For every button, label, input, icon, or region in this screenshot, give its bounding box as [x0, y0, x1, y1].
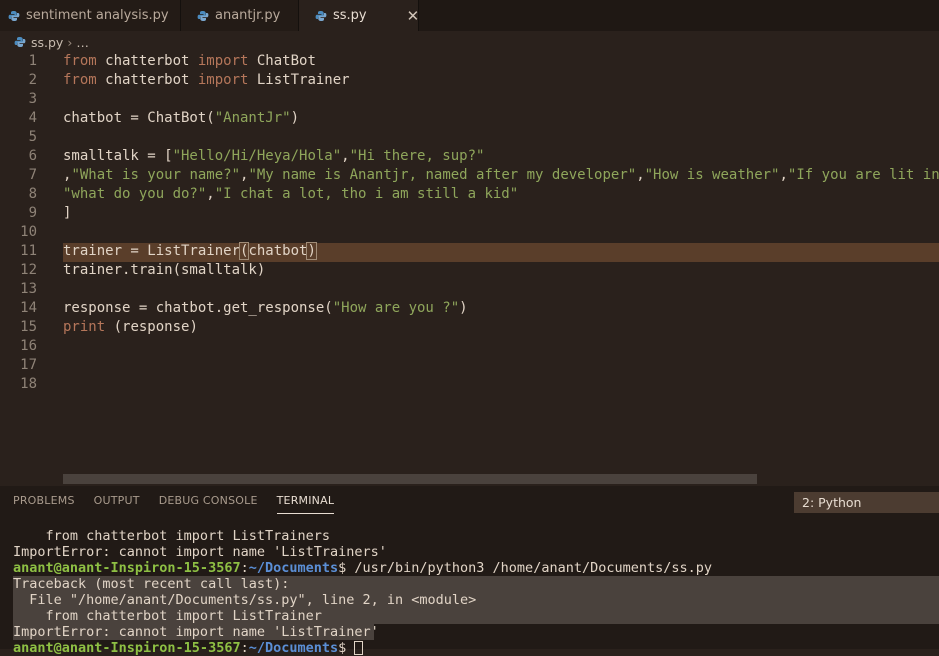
terminal-line: ImportError: cannot import name 'ListTra…: [13, 624, 379, 640]
terminal-prompt-line: anant@anant-Inspiron-15-3567:~/Documents…: [13, 560, 712, 576]
python-file-icon: [315, 10, 327, 22]
code-line: "what do you do?","I chat a lot, tho i a…: [63, 186, 519, 202]
breadcrumb-more[interactable]: …: [76, 35, 89, 50]
close-icon[interactable]: ✕: [407, 7, 420, 25]
tab-debug-console[interactable]: DEBUG CONSOLE: [159, 494, 258, 514]
prompt-path: ~/Documents: [248, 640, 339, 656]
line-number: 4: [28, 110, 37, 126]
line-number: 3: [28, 91, 37, 107]
code-line: trainer = ListTrainer(chatbot): [63, 242, 317, 260]
prompt-dollar: $: [338, 640, 355, 656]
line-number: 14: [20, 300, 37, 316]
prompt-colon: :: [240, 560, 249, 576]
line-number: 17: [20, 357, 37, 373]
panel-tabs: PROBLEMS OUTPUT DEBUG CONSOLE TERMINAL: [13, 494, 335, 514]
line-number: 8: [28, 186, 37, 202]
terminal-prompt-line: anant@anant-Inspiron-15-3567:~/Documents…: [13, 640, 364, 656]
code-editor[interactable]: 1 from chatterbot import ChatBot 2 from ch…: [0, 52, 939, 472]
terminal-line: from chatterbot import ListTrainers: [13, 528, 330, 544]
line-number: 18: [20, 376, 37, 392]
python-file-icon: [8, 10, 20, 22]
prompt-command: $ /usr/bin/python3 /home/anant/Documents…: [338, 560, 712, 576]
breadcrumb-file[interactable]: ss.py: [31, 35, 63, 50]
code-line: response = chatbot.get_response("How are…: [63, 300, 468, 316]
terminal-select[interactable]: 2: Python: [794, 492, 939, 513]
prompt-colon: :: [240, 640, 249, 656]
python-file-icon: [14, 36, 26, 48]
line-number: 10: [20, 224, 37, 240]
chevron-right-icon: ›: [67, 34, 73, 50]
tab-label: ss.py: [333, 8, 367, 23]
line-number: 16: [20, 338, 37, 354]
terminal-cursor: [354, 641, 364, 655]
code-line: print (response): [63, 319, 198, 335]
tab-terminal[interactable]: TERMINAL: [276, 494, 335, 514]
line-number: 12: [20, 262, 37, 278]
terminal-line: ImportError: cannot import name 'ListTra…: [13, 544, 387, 560]
line-number: 1: [28, 53, 37, 69]
line-number: 5: [28, 129, 37, 145]
editor-tab-bar: sentiment analysis.py anantjr.py ss.py ✕: [0, 0, 939, 31]
code-line: from chatterbot import ChatBot: [63, 53, 316, 69]
tab-problems[interactable]: PROBLEMS: [13, 494, 75, 514]
tab-output[interactable]: OUTPUT: [94, 494, 140, 514]
line-number: 7: [28, 167, 37, 183]
line-number: 9: [28, 205, 37, 221]
terminal-line: Traceback (most recent call last):: [13, 576, 290, 592]
terminal-line: File "/home/anant/Documents/ss.py", line…: [13, 592, 477, 608]
tab-label: sentiment analysis.py: [26, 8, 169, 23]
prompt-user: anant@anant-Inspiron-15-3567: [13, 560, 241, 576]
horizontal-scrollbar[interactable]: [63, 474, 757, 484]
tab-sentiment-analysis[interactable]: sentiment analysis.py: [0, 0, 181, 31]
tab-label: anantjr.py: [215, 8, 281, 23]
terminal-line: from chatterbot import ListTrainer: [13, 608, 322, 624]
line-number: 11: [20, 243, 37, 259]
prompt-user: anant@anant-Inspiron-15-3567: [13, 640, 241, 656]
code-line: from chatterbot import ListTrainer: [63, 72, 350, 88]
tab-anantjr[interactable]: anantjr.py: [181, 0, 299, 31]
line-number: 15: [20, 319, 37, 335]
code-line: ]: [63, 205, 72, 221]
bottom-panel: PROBLEMS OUTPUT DEBUG CONSOLE TERMINAL 2…: [0, 486, 939, 656]
tab-ss[interactable]: ss.py ✕: [299, 0, 419, 31]
prompt-path: ~/Documents: [248, 560, 339, 576]
line-number: 13: [20, 281, 37, 297]
breadcrumb: ss.py › …: [14, 33, 89, 51]
code-line: smalltalk = ["Hello/Hi/Heya/Hola","Hi th…: [63, 148, 485, 164]
line-number: 2: [28, 72, 37, 88]
line-number: 6: [28, 148, 37, 164]
python-file-icon: [197, 10, 209, 22]
code-line: chatbot = ChatBot("AnantJr"): [63, 110, 300, 126]
code-line: trainer.train(smalltalk): [63, 262, 266, 278]
code-line: ,"What is your name?","My name is Anantj…: [63, 167, 939, 183]
